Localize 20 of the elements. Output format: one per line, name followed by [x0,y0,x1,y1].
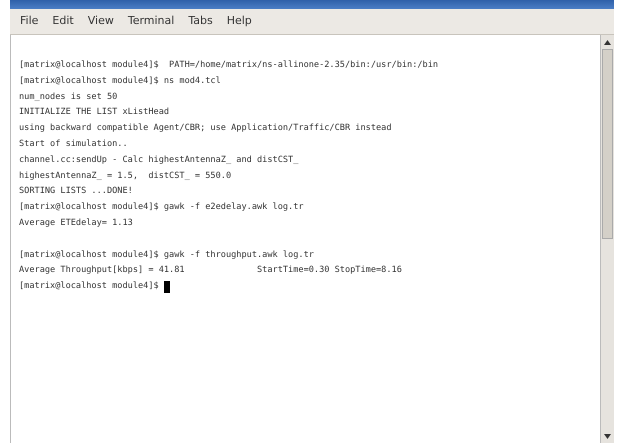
terminal-line: INITIALIZE THE LIST xListHead [19,106,170,120]
terminal-line: Average ETEdelay= 1.13 [19,216,133,230]
menu-item[interactable]: Edit [52,13,74,30]
terminal-line: highestAntennaZ_ = 1.5, distCST_ = 550.0 [19,170,232,183]
menu-item[interactable]: View [88,13,114,30]
menu-item[interactable]: Terminal [128,13,174,30]
menu-item[interactable]: File [20,13,38,30]
terminal-line: Average Throughput[kbps] = 41.81 StartTime=0.30 StopTime=8.16 [19,264,402,278]
terminal-line: using backward compatible Agent/CBR; use Application/Traffic/CBR instead [19,122,392,136]
terminal-line: [matrix@localhost module4]$ gawk -f e2edelay.awk log.tr [19,201,304,214]
terminal-line: [matrix@localhost module4]$ ns mod4.tcl [19,74,221,88]
terminal-line: SORTING LISTS ...DONE! [19,185,133,198]
terminal-line: [matrix@localhost module4]$ [19,280,160,294]
terminal-line: channel.cc:sendUp - Calc highestAntennaZ_ and distCST_ [19,154,298,167]
terminal-line: num_nodes is set 50 [19,90,118,104]
terminal-line: Start of simulation.. [19,138,128,151]
terminal-line: [matrix@localhost module4]$ PATH=/home/matrix/ns-allinone-2.35/bin:/usr/bin:/bin [19,59,438,72]
menu-item[interactable]: Help [226,13,252,30]
terminal-line: [matrix@localhost module4]$ gawk -f throughput.awk log.tr [19,248,314,262]
menu-item[interactable]: Tabs [188,13,213,30]
